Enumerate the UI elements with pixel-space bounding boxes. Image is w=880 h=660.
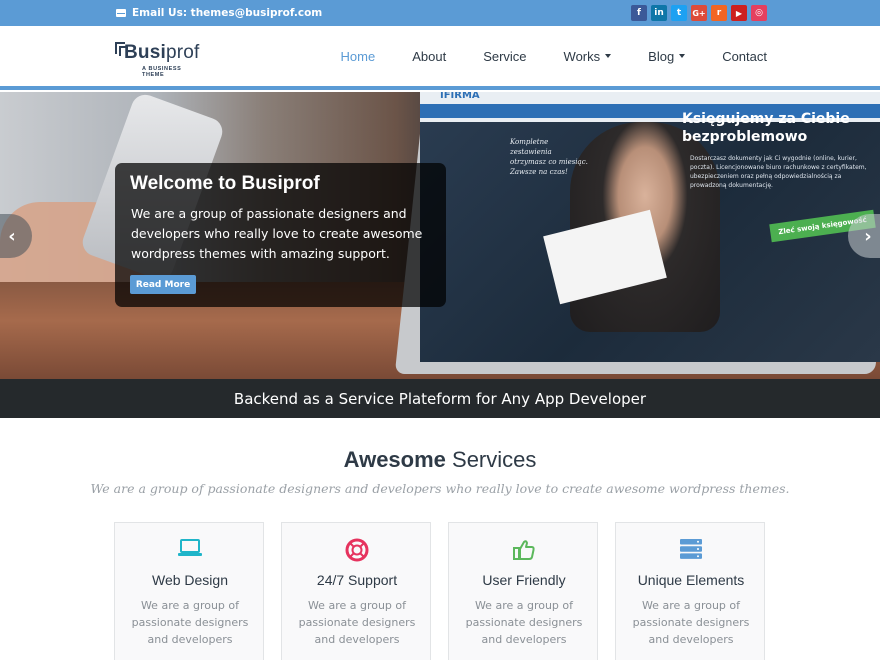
contact-email[interactable]: Email Us: themes@busiprof.com <box>116 0 322 26</box>
screen-bullets: Dostarczasz dokumenty jak Ci wygodnie (o… <box>690 155 867 189</box>
contact-email-text: Email Us: themes@busiprof.com <box>132 7 323 19</box>
tagline-strip: Backend as a Service Plateform for Any A… <box>0 379 880 418</box>
nav-item-works[interactable]: Works <box>527 49 612 64</box>
service-card-title: 24/7 Support <box>316 572 398 588</box>
googleplus-icon[interactable]: G+ <box>691 5 707 21</box>
thumbs-up-icon <box>449 538 599 560</box>
hero-slider: IFIRMA Kompletne zestawienia otrzymasz c… <box>0 92 880 379</box>
lifebuoy-icon <box>282 538 432 562</box>
hero-caption: Welcome to Busiprof We are a group of pa… <box>115 163 446 307</box>
rss-icon[interactable]: r <box>711 5 727 21</box>
service-card-title: Web Design <box>151 572 228 588</box>
hero-title: Welcome to Busiprof <box>130 173 320 194</box>
nav-item-service[interactable]: Service <box>446 49 526 64</box>
services-cards: Web Design We are a group of passionate … <box>114 522 765 660</box>
tagline-strip-text: Backend as a Service Plateform for Any A… <box>233 389 647 408</box>
services-subtitle: We are a group of passionate designers a… <box>90 481 790 496</box>
service-card-title: Unique Elements <box>637 572 745 588</box>
social-links: f in t G+ r ▶ ◎ <box>631 5 767 21</box>
screen-note: Kompletne zestawienia otrzymasz co miesi… <box>510 138 588 176</box>
service-card-web-design: Web Design We are a group of passionate … <box>114 522 264 660</box>
laptop-icon <box>115 538 265 560</box>
logo-name: Busiprof <box>124 42 200 63</box>
service-card-user-friendly: User Friendly We are a group of passiona… <box>448 522 598 660</box>
service-card-text: We are a group of passionate designers a… <box>131 599 249 646</box>
youtube-icon[interactable]: ▶ <box>731 5 747 21</box>
nav-item-home[interactable]: Home <box>304 49 376 64</box>
main-nav: Home About Service Works Blog Contact <box>304 26 767 86</box>
read-more-button[interactable]: Read More <box>130 275 196 294</box>
chevron-left-icon: ‹ <box>8 225 16 247</box>
twitter-icon[interactable]: t <box>671 5 687 21</box>
nav-item-about[interactable]: About <box>375 49 446 64</box>
nav-item-contact[interactable]: Contact <box>685 49 767 64</box>
service-card-text: We are a group of passionate designers a… <box>632 599 750 646</box>
top-bar: Email Us: themes@busiprof.com f in t G+ … <box>0 0 880 26</box>
instagram-icon[interactable]: ◎ <box>751 5 767 21</box>
hero-laptop-screen: IFIRMA Kompletne zestawienia otrzymasz c… <box>420 92 880 362</box>
envelope-icon <box>116 9 126 17</box>
services-title: Awesome Services <box>343 447 537 472</box>
hero-text: We are a group of passionate designers a… <box>131 206 423 261</box>
site-logo[interactable]: Busiprof A BUSINESS THEME <box>115 40 205 78</box>
chevron-right-icon: › <box>864 225 872 247</box>
nav-item-blog[interactable]: Blog <box>611 49 686 64</box>
service-card-text: We are a group of passionate designers a… <box>465 599 583 646</box>
service-card-title: User Friendly <box>482 572 566 588</box>
service-card-unique-elements: Unique Elements We are a group of passio… <box>615 522 765 660</box>
facebook-icon[interactable]: f <box>631 5 647 21</box>
screen-headline: Księgujemy za Ciebie bezproblemowo <box>682 111 850 145</box>
site-header: Busiprof A BUSINESS THEME Home About Ser… <box>0 26 880 90</box>
server-icon <box>616 538 766 560</box>
service-card-text: We are a group of passionate designers a… <box>298 599 416 646</box>
service-card-support: 24/7 Support We are a group of passionat… <box>281 522 431 660</box>
screen-brand: IFIRMA <box>440 92 480 101</box>
logo-tagline: A BUSINESS THEME <box>142 66 182 78</box>
linkedin-icon[interactable]: in <box>651 5 667 21</box>
